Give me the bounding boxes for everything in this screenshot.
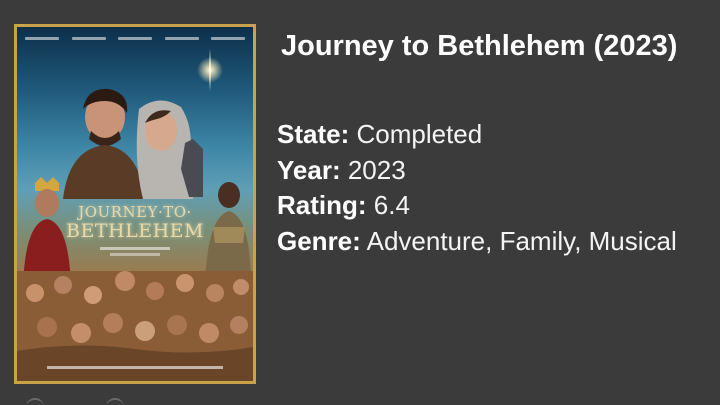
genre-row: Genre: Adventure, Family, Musical: [277, 224, 707, 260]
partial-icon: [106, 398, 124, 405]
poster-couple-illustration: [63, 88, 203, 199]
year-label: Year:: [277, 154, 341, 185]
poster-crowd-illustration: [17, 271, 253, 381]
movie-detail-screen: JOURNEY·TO· BETHLEHEM Journey to Bethleh…: [0, 0, 720, 405]
poster-title-logo: JOURNEY·TO· BETHLEHEM: [53, 205, 217, 256]
year-row: Year: 2023: [277, 153, 707, 189]
rating-row: Rating: 6.4: [277, 188, 707, 224]
poster-release-text: [47, 366, 223, 369]
state-row: State: Completed: [277, 117, 707, 153]
state-label: State:: [277, 119, 350, 149]
year-value: 2023: [347, 154, 406, 185]
movie-details: State: Completed Year: 2023 Rating: 6.4 …: [277, 117, 707, 259]
movie-poster[interactable]: JOURNEY·TO· BETHLEHEM: [14, 24, 256, 384]
genre-value: Adventure, Family, Musical: [366, 225, 677, 256]
poster-credits: [25, 37, 245, 45]
rating-label: Rating:: [277, 190, 367, 220]
rating-value: 6.4: [373, 190, 410, 220]
state-value: Completed: [356, 119, 483, 149]
movie-title: Journey to Bethlehem (2023): [281, 30, 678, 62]
partial-icon: [26, 398, 44, 405]
poster-artwork: JOURNEY·TO· BETHLEHEM: [17, 27, 253, 381]
genre-label: Genre:: [277, 225, 361, 256]
bottom-partial-icons: [26, 398, 124, 405]
